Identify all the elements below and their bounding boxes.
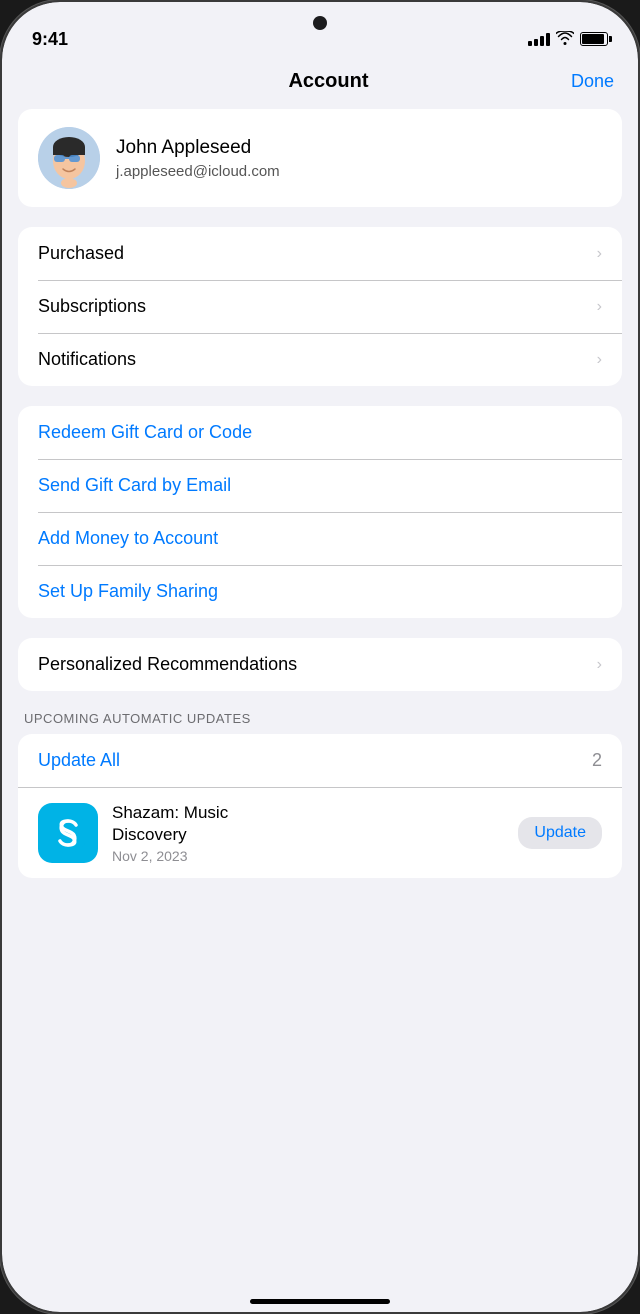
camera-notch [313, 16, 327, 30]
update-button[interactable]: Update [518, 817, 602, 849]
notifications-label: Notifications [38, 349, 136, 370]
status-time: 9:41 [32, 29, 68, 50]
updates-section-header: UPCOMING AUTOMATIC UPDATES [18, 711, 622, 734]
app-row-shazam: Shazam: MusicDiscovery Nov 2, 2023 Updat… [18, 787, 622, 878]
notifications-chevron-icon: › [597, 351, 602, 369]
personalized-rec-label: Personalized Recommendations [38, 654, 297, 675]
subscriptions-item[interactable]: Subscriptions › [18, 280, 622, 333]
giftcard-section: Redeem Gift Card or Code Send Gift Card … [18, 406, 622, 618]
signal-bars-icon [528, 32, 550, 46]
user-card[interactable]: John Appleseed j.appleseed@icloud.com [18, 109, 622, 207]
status-bar: 9:41 [2, 2, 638, 62]
subscriptions-chevron-icon: › [597, 298, 602, 316]
app-info: Shazam: MusicDiscovery Nov 2, 2023 [112, 802, 504, 864]
app-name: Shazam: MusicDiscovery [112, 802, 504, 846]
user-name: John Appleseed [116, 137, 280, 159]
battery-icon [580, 32, 608, 46]
status-icons [528, 31, 608, 48]
nav-title: Account [288, 70, 368, 93]
send-gift-card-item[interactable]: Send Gift Card by Email [18, 459, 622, 512]
personalized-rec-chevron-icon: › [597, 656, 602, 674]
account-section: Purchased › Subscriptions › Notification… [18, 227, 622, 386]
done-button[interactable]: Done [571, 71, 614, 92]
shazam-app-icon [38, 803, 98, 863]
app-date: Nov 2, 2023 [112, 848, 504, 864]
update-all-label: Update All [38, 750, 120, 771]
wifi-icon [556, 31, 574, 48]
add-money-item[interactable]: Add Money to Account [18, 512, 622, 565]
redeem-gift-card-item[interactable]: Redeem Gift Card or Code [18, 406, 622, 459]
phone-screen: 9:41 [2, 2, 638, 1312]
phone-frame: 9:41 [0, 0, 640, 1314]
home-indicator [250, 1299, 390, 1304]
purchased-chevron-icon: › [597, 245, 602, 263]
add-money-label: Add Money to Account [38, 528, 218, 549]
personalized-rec-item[interactable]: Personalized Recommendations › [18, 638, 622, 691]
redeem-gift-card-label: Redeem Gift Card or Code [38, 422, 252, 443]
family-sharing-item[interactable]: Set Up Family Sharing [18, 565, 622, 618]
avatar [38, 127, 100, 189]
subscriptions-label: Subscriptions [38, 296, 146, 317]
send-gift-card-label: Send Gift Card by Email [38, 475, 231, 496]
user-email: j.appleseed@icloud.com [116, 163, 280, 180]
purchased-label: Purchased [38, 243, 124, 264]
content-area: John Appleseed j.appleseed@icloud.com Pu… [2, 109, 638, 1309]
update-all-row[interactable]: Update All 2 [18, 734, 622, 787]
family-sharing-label: Set Up Family Sharing [38, 581, 218, 602]
notifications-item[interactable]: Notifications › [18, 333, 622, 386]
nav-bar: Account Done [2, 62, 638, 109]
update-count: 2 [592, 750, 602, 771]
purchased-item[interactable]: Purchased › [18, 227, 622, 280]
updates-section: UPCOMING AUTOMATIC UPDATES Update All 2 [18, 711, 622, 878]
recommendations-section: Personalized Recommendations › [18, 638, 622, 691]
user-info: John Appleseed j.appleseed@icloud.com [116, 137, 280, 180]
